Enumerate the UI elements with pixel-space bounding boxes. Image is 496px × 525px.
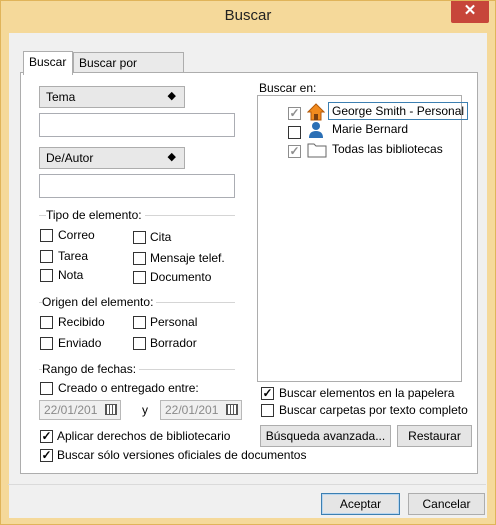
- date-range-group-label: Rango de fechas:: [42, 362, 140, 376]
- check-mark-icon: ✓: [289, 106, 300, 120]
- checkbox-label: Recibido: [58, 315, 105, 329]
- button-label: Cancelar: [422, 497, 471, 511]
- checkbox-nota[interactable]: [40, 269, 53, 282]
- tab-buscar-por-ejemplo[interactable]: Buscar por ejemplo: [73, 52, 184, 84]
- window-title: Buscar: [224, 7, 272, 24]
- date-from-value: 22/01/201: [44, 403, 98, 417]
- checkbox-fulltext-folders[interactable]: [261, 404, 274, 417]
- checkbox-label: Tarea: [58, 249, 89, 263]
- close-icon: ✕: [463, 2, 477, 19]
- user-icon: [307, 121, 325, 139]
- checkbox-label: Cita: [150, 230, 172, 244]
- date-from-picker[interactable]: 22/01/201: [39, 400, 121, 420]
- item-type-group-label: Tipo de elemento:: [46, 208, 145, 222]
- field1-dropdown[interactable]: Tema ◆: [39, 86, 185, 108]
- checkbox-label: Enviado: [58, 336, 102, 350]
- checkbox-label: Borrador: [150, 336, 197, 350]
- check-mark-icon: ✓: [262, 386, 273, 400]
- accept-button[interactable]: Aceptar: [321, 493, 400, 515]
- checkbox-created-between[interactable]: [40, 382, 53, 395]
- restore-button[interactable]: Restaurar: [397, 425, 472, 447]
- tree-item-label: George Smith - Personal: [332, 104, 465, 118]
- field2-input[interactable]: [39, 174, 235, 198]
- checkbox-cita[interactable]: [133, 231, 146, 244]
- checkbox-tarea[interactable]: [40, 250, 53, 263]
- calendar-icon: [226, 404, 238, 415]
- cancel-button[interactable]: Cancelar: [408, 493, 485, 515]
- title-bar[interactable]: Buscar ✕: [1, 1, 495, 33]
- tab-label: Buscar: [29, 55, 67, 69]
- checkbox-librarian-rights[interactable]: ✓: [40, 430, 53, 443]
- button-label: Restaurar: [408, 429, 461, 443]
- origin-group-label: Origen del elemento:: [42, 295, 157, 309]
- tree-item-label: Todas las bibliotecas: [332, 142, 443, 156]
- date-and-label: y: [142, 403, 148, 417]
- field2-dropdown[interactable]: De/Autor ◆: [39, 147, 185, 169]
- tree-item-label: Marie Bernard: [332, 122, 409, 136]
- home-icon: [306, 103, 326, 121]
- dropdown-arrow-icon: ◆: [167, 151, 176, 163]
- tree-checkbox-marie[interactable]: [288, 126, 301, 139]
- calendar-icon: [105, 404, 117, 415]
- tab-buscar[interactable]: Buscar: [23, 51, 73, 75]
- tree-checkbox-all-libraries[interactable]: ✓: [288, 145, 301, 158]
- field1-input[interactable]: [39, 113, 235, 137]
- checkbox-recibido[interactable]: [40, 316, 53, 329]
- checkbox-label: Aplicar derechos de bibliotecario: [57, 429, 231, 443]
- checkbox-enviado[interactable]: [40, 337, 53, 350]
- checkbox-label: Creado o entregado entre:: [58, 381, 199, 395]
- tree-item-marie[interactable]: Marie Bernard: [332, 122, 408, 140]
- checkbox-label: Personal: [150, 315, 198, 329]
- check-mark-icon: ✓: [289, 144, 300, 158]
- button-label: Aceptar: [339, 497, 382, 511]
- tree-item-george[interactable]: George Smith - Personal: [328, 102, 469, 120]
- tree-item-all-libraries[interactable]: Todas las bibliotecas: [332, 142, 443, 160]
- footer-divider: [8, 484, 486, 485]
- close-button[interactable]: ✕: [451, 1, 489, 23]
- checkbox-label: Documento: [150, 270, 212, 284]
- check-mark-icon: ✓: [41, 448, 52, 462]
- button-label: Búsqueda avanzada...: [265, 429, 386, 443]
- checkbox-official-versions[interactable]: ✓: [40, 449, 53, 462]
- checkbox-label: Buscar carpetas por texto completo: [279, 403, 468, 417]
- checkbox-documento[interactable]: [133, 271, 146, 284]
- checkbox-borrador[interactable]: [133, 337, 146, 350]
- folder-icon: [307, 141, 327, 158]
- checkbox-personal[interactable]: [133, 316, 146, 329]
- dropdown-arrow-icon: ◆: [167, 90, 176, 102]
- checkbox-label: Nota: [58, 268, 84, 282]
- checkbox-search-trash[interactable]: ✓: [261, 387, 274, 400]
- checkbox-label: Buscar sólo versiones oficiales de docum…: [57, 448, 307, 462]
- date-to-picker[interactable]: 22/01/201: [160, 400, 242, 420]
- tree-checkbox-george[interactable]: ✓: [288, 107, 301, 120]
- date-to-value: 22/01/201: [165, 403, 219, 417]
- checkbox-label: Mensaje telef.: [150, 251, 225, 265]
- dropdown-value: De/Autor: [46, 151, 94, 165]
- advanced-search-button[interactable]: Búsqueda avanzada...: [260, 425, 391, 447]
- checkbox-correo[interactable]: [40, 229, 53, 242]
- check-mark-icon: ✓: [41, 429, 52, 443]
- checkbox-label: Buscar elementos en la papelera: [279, 386, 455, 400]
- checkbox-label: Correo: [58, 228, 95, 242]
- dropdown-value: Tema: [46, 90, 76, 104]
- search-in-label: Buscar en:: [259, 81, 317, 95]
- checkbox-mensaje-telef[interactable]: [133, 252, 146, 265]
